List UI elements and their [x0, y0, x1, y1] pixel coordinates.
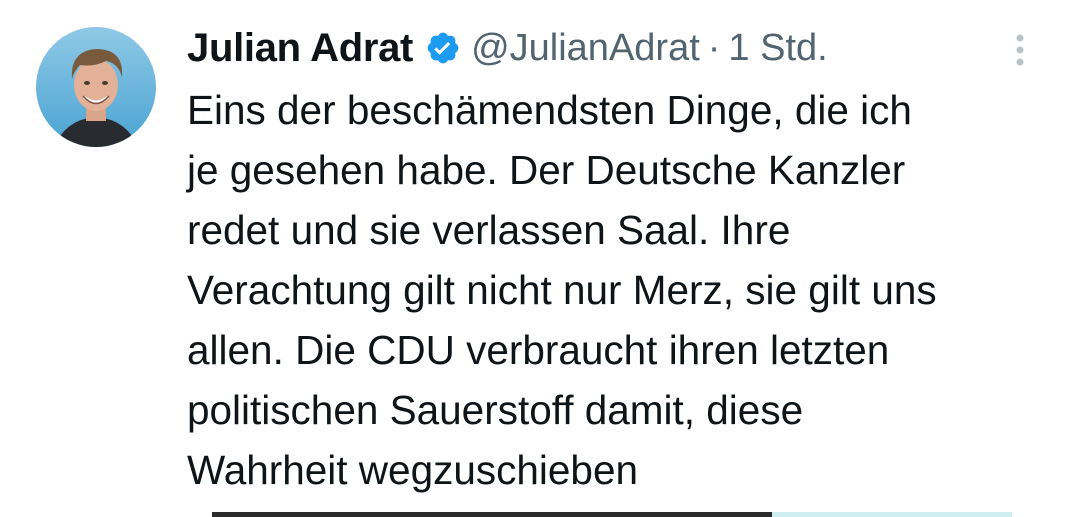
- user-photo-avatar-icon: [36, 27, 156, 147]
- tweet-text: Eins der beschämendsten Dinge, die ich j…: [187, 87, 937, 493]
- tweet-timestamp[interactable]: 1 Std.: [728, 27, 827, 70]
- verified-badge-icon: [425, 30, 461, 66]
- author-handle[interactable]: @JulianAdrat: [471, 27, 700, 70]
- tweet-header: Julian Adrat @JulianAdrat · 1 Std.: [187, 20, 828, 76]
- avatar[interactable]: [36, 27, 156, 147]
- more-options-button[interactable]: [1010, 30, 1030, 70]
- header-separator: ·: [707, 26, 721, 69]
- vertical-ellipsis-icon: [1016, 34, 1024, 66]
- tweet[interactable]: Julian Adrat @JulianAdrat · 1 Std. Eins …: [0, 0, 1077, 517]
- author-display-name[interactable]: Julian Adrat: [187, 26, 413, 71]
- media-preview[interactable]: [212, 512, 1012, 517]
